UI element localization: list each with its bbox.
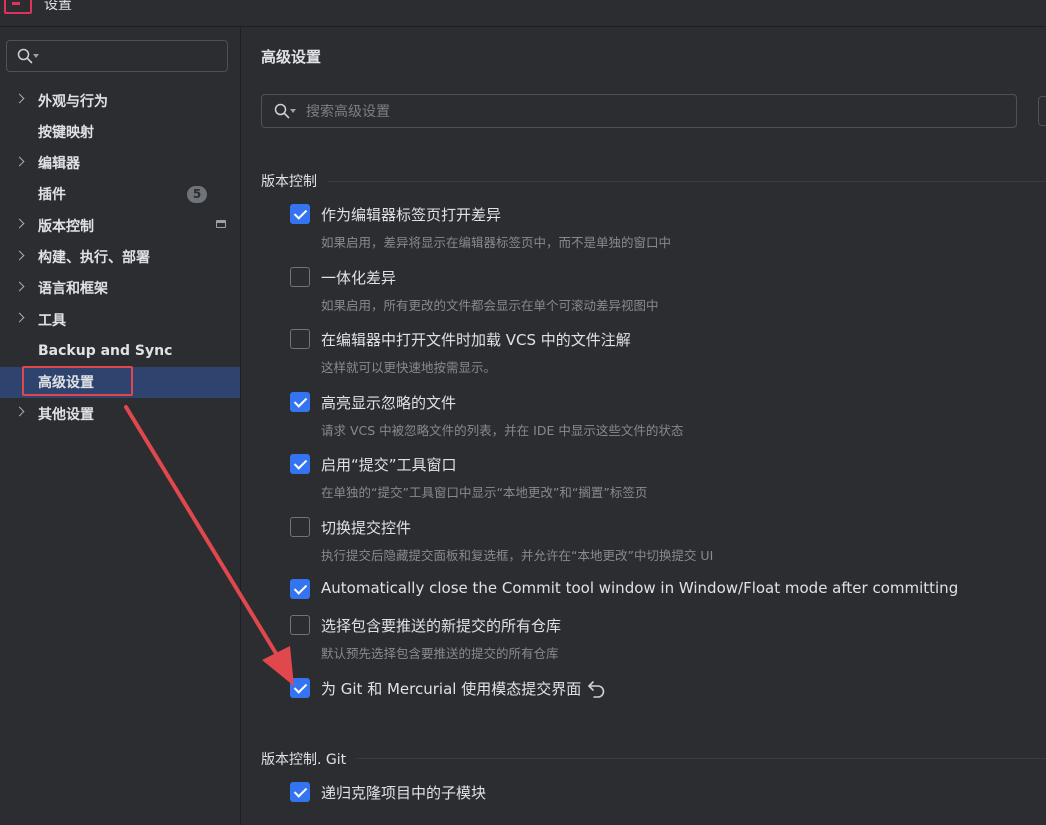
setting-label[interactable]: 高亮显示忽略的文件 xyxy=(321,392,456,413)
chevron-right-icon[interactable] xyxy=(14,312,25,323)
search-icon xyxy=(274,103,290,119)
setting-description: 执行提交后隐藏提交面板和复选框，并允许在“本地更改”中切换提交 UI xyxy=(321,547,714,563)
section-title: 版本控制 xyxy=(261,174,317,190)
checkbox-unchecked[interactable] xyxy=(290,266,310,287)
page-title: 高级设置 xyxy=(261,48,322,66)
sidebar-search-input[interactable] xyxy=(6,40,228,72)
sidebar-item-label: 插件 xyxy=(38,187,66,204)
undo-icon[interactable] xyxy=(586,677,608,699)
setting-label[interactable]: 启用“提交”工具窗口 xyxy=(321,454,457,475)
setting-label[interactable]: 递归克隆项目中的子模块 xyxy=(321,782,486,803)
filter-toggle-button[interactable] xyxy=(1038,96,1046,126)
sidebar-item[interactable]: 语言和框架 xyxy=(0,273,240,304)
setting-description: 在单独的“提交”工具窗口中显示“本地更改”和“搁置”标签页 xyxy=(321,485,648,500)
app-logo-icon xyxy=(4,0,32,14)
section-header: 版本控制. Git xyxy=(261,749,1046,769)
chevron-right-icon[interactable] xyxy=(14,93,25,104)
setting-label[interactable]: 为 Git 和 Mercurial 使用模态提交界面 xyxy=(321,678,581,699)
checkbox-checked[interactable] xyxy=(290,579,310,599)
setting-description: 如果启用，差异将显示在编辑器标签页中，而不是单独的窗口中 xyxy=(321,235,672,250)
sidebar-item-label: 版本控制 xyxy=(38,218,94,235)
settings-main-panel: 高级设置 版本控制作为编辑器标签页打开差异如果启用，差异将显示在编辑器标签页中，… xyxy=(241,27,1046,825)
sidebar-item[interactable]: 版本控制 xyxy=(0,210,240,241)
section-header: 版本控制 xyxy=(261,171,1046,191)
setting-description: 默认预先选择包含要推送的提交的所有仓库 xyxy=(321,646,559,661)
checkbox-unchecked[interactable] xyxy=(290,329,310,349)
search-icon xyxy=(17,48,33,64)
sidebar-item-label: 外观与行为 xyxy=(38,93,108,110)
section-divider xyxy=(327,180,1046,182)
search-input[interactable] xyxy=(304,101,988,123)
chevron-right-icon[interactable] xyxy=(14,281,25,292)
annotation-highlight-box xyxy=(22,366,133,396)
sidebar-item[interactable]: 其他设置 xyxy=(0,398,240,429)
checkbox-checked[interactable] xyxy=(290,391,310,412)
sidebar-item-label: 按键映射 xyxy=(38,124,94,141)
sidebar-item-label: 工具 xyxy=(38,312,66,329)
chevron-right-icon[interactable] xyxy=(14,218,25,229)
section-divider xyxy=(356,758,1046,759)
sidebar-item[interactable]: Backup and Sync xyxy=(0,335,240,366)
checkbox-checked[interactable] xyxy=(290,454,310,474)
chevron-right-icon[interactable] xyxy=(14,156,25,167)
chevron-down-icon[interactable] xyxy=(290,109,296,113)
setting-label[interactable]: 作为编辑器标签页打开差异 xyxy=(321,204,501,225)
setting-description: 请求 VCS 中被忽略文件的列表，并在 IDE 中显示这些文件的状态 xyxy=(321,422,684,438)
setting-label[interactable]: 切换提交控件 xyxy=(321,517,411,538)
chevron-right-icon[interactable] xyxy=(14,406,25,417)
window-title: 设置 xyxy=(44,0,72,13)
sidebar-item[interactable]: 按键映射 xyxy=(0,116,240,147)
checkbox-checked[interactable] xyxy=(290,677,310,698)
sidebar-item[interactable]: 插件 5 xyxy=(0,179,240,210)
sidebar-item[interactable]: 工具 xyxy=(0,304,240,335)
title-bar: 设置 xyxy=(0,0,1046,27)
plugin-update-badge: 5 xyxy=(187,185,207,203)
setting-description: 这样就可以更快速地按需显示。 xyxy=(321,360,497,375)
sidebar-item-label: 编辑器 xyxy=(38,156,80,173)
window-icon xyxy=(216,220,226,229)
settings-sidebar: 外观与行为按键映射编辑器插件 5 版本控制构建、执行、部署 语言和框架工具 Backup… xyxy=(0,27,241,825)
advanced-settings-search[interactable] xyxy=(261,94,1017,128)
sidebar-item-label: 语言和框架 xyxy=(38,281,108,298)
setting-description: 如果启用，所有更改的文件都会显示在单个可滚动差异视图中 xyxy=(321,297,659,313)
checkbox-checked[interactable] xyxy=(290,204,310,224)
sidebar-item[interactable]: 构建、执行、部署 xyxy=(0,242,240,273)
sidebar-item-label: 构建、执行、部署 xyxy=(38,250,150,266)
setting-label[interactable]: Automatically close the Commit tool wind… xyxy=(321,579,958,597)
sidebar-item-label: 其他设置 xyxy=(38,406,94,423)
checkbox-unchecked[interactable] xyxy=(290,615,310,635)
setting-label[interactable]: 一体化差异 xyxy=(321,267,396,288)
chevron-right-icon[interactable] xyxy=(14,250,25,260)
checkbox-unchecked[interactable] xyxy=(290,516,310,537)
checkbox-checked[interactable] xyxy=(290,781,310,802)
setting-label[interactable]: 在编辑器中打开文件时加载 VCS 中的文件注解 xyxy=(321,329,631,350)
setting-label[interactable]: 选择包含要推送的新提交的所有仓库 xyxy=(321,615,561,636)
sidebar-item[interactable]: 编辑器 xyxy=(0,148,240,179)
chevron-down-icon[interactable] xyxy=(33,54,39,58)
section-title: 版本控制. Git xyxy=(261,751,347,768)
sidebar-item-label: Backup and Sync xyxy=(38,342,173,359)
sidebar-item[interactable]: 外观与行为 xyxy=(0,85,240,116)
